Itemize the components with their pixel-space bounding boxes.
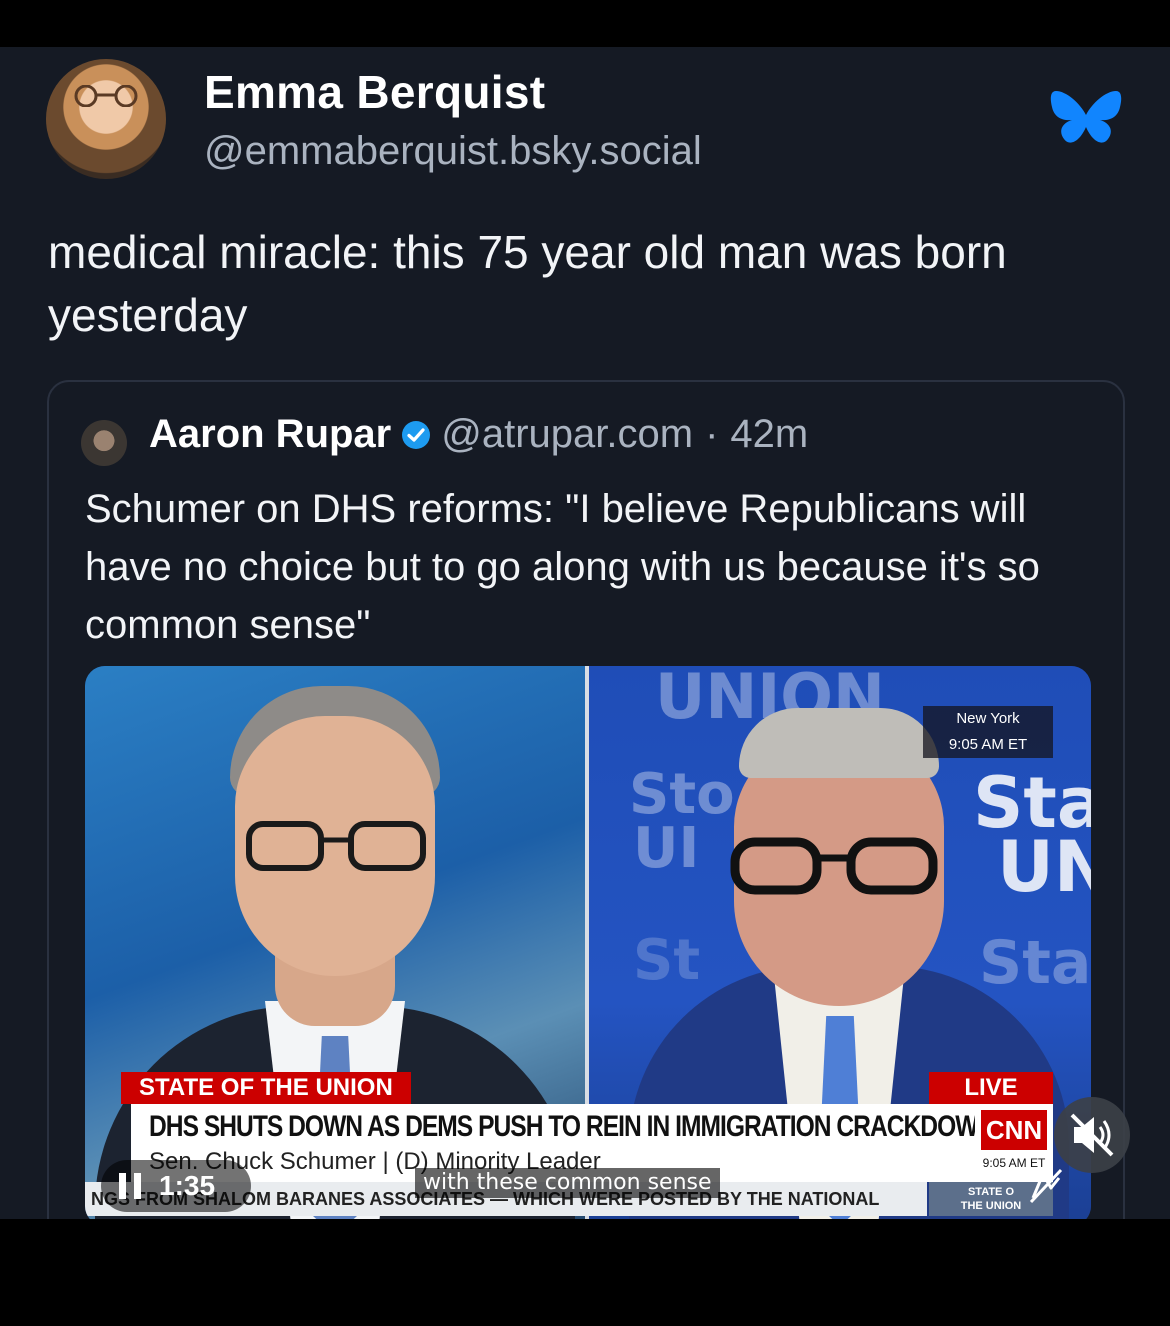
video-player[interactable]: UNION Sto UI St Sta UN Sta New Yo xyxy=(85,666,1091,1219)
verified-check-icon xyxy=(402,420,431,449)
guest-glasses-graphic xyxy=(730,837,938,895)
live-tag: LIVE xyxy=(929,1072,1053,1104)
quoted-post-card[interactable]: Aaron Rupar @atrupar.com · 42m Schumer o… xyxy=(47,380,1125,1219)
backdrop-text: UI xyxy=(633,816,700,881)
location-city: New York xyxy=(956,710,1020,727)
post-text: medical miracle: this 75 year old man wa… xyxy=(48,226,1007,341)
quoted-post-text: Schumer on DHS reforms: "I believe Repub… xyxy=(85,487,1040,647)
video-caption: with these common sense xyxy=(415,1168,720,1198)
avatar-glasses-graphic xyxy=(74,85,138,107)
chyron-headline: DHS SHUTS DOWN AS DEMS PUSH TO REIN IN I… xyxy=(149,1110,995,1143)
location-bug: New York 9:05 AM ET xyxy=(923,706,1053,758)
mute-button[interactable] xyxy=(1054,1097,1130,1173)
bottom-area xyxy=(0,1219,1170,1326)
author-handle[interactable]: @emmaberquist.bsky.social xyxy=(204,129,702,174)
playback-time: 1:35 xyxy=(159,1170,216,1201)
playback-control[interactable]: 1:35 xyxy=(101,1160,251,1212)
quoted-post-time: 42m xyxy=(730,412,809,456)
backdrop-text: UN xyxy=(997,826,1091,908)
muted-speaker-icon xyxy=(1070,1113,1114,1157)
anchor-glasses-graphic xyxy=(246,821,426,871)
author-display-name[interactable]: Emma Berquist xyxy=(204,65,545,119)
backdrop-text: St xyxy=(633,928,701,993)
status-bar-area xyxy=(0,0,1170,47)
backdrop-text: Sta xyxy=(979,928,1091,998)
quoted-author-name[interactable]: Aaron Rupar xyxy=(149,412,391,457)
quoted-post-header: Aaron Rupar @atrupar.com · 42m xyxy=(149,412,808,457)
network-logo: CNN xyxy=(981,1110,1047,1150)
header-separator: · xyxy=(705,412,719,456)
guest-hair xyxy=(739,708,939,778)
show-tag: STATE OF THE UNION xyxy=(121,1072,411,1104)
post: Emma Berquist @emmaberquist.bsky.social … xyxy=(0,47,1170,1219)
pause-icon[interactable] xyxy=(119,1173,141,1199)
author-avatar[interactable] xyxy=(46,59,166,179)
location-time: 9:05 AM ET xyxy=(948,736,1028,753)
quoted-author-avatar[interactable] xyxy=(81,420,127,466)
quoted-author-handle[interactable]: @atrupar.com xyxy=(441,412,693,457)
butterfly-icon xyxy=(1050,91,1122,143)
